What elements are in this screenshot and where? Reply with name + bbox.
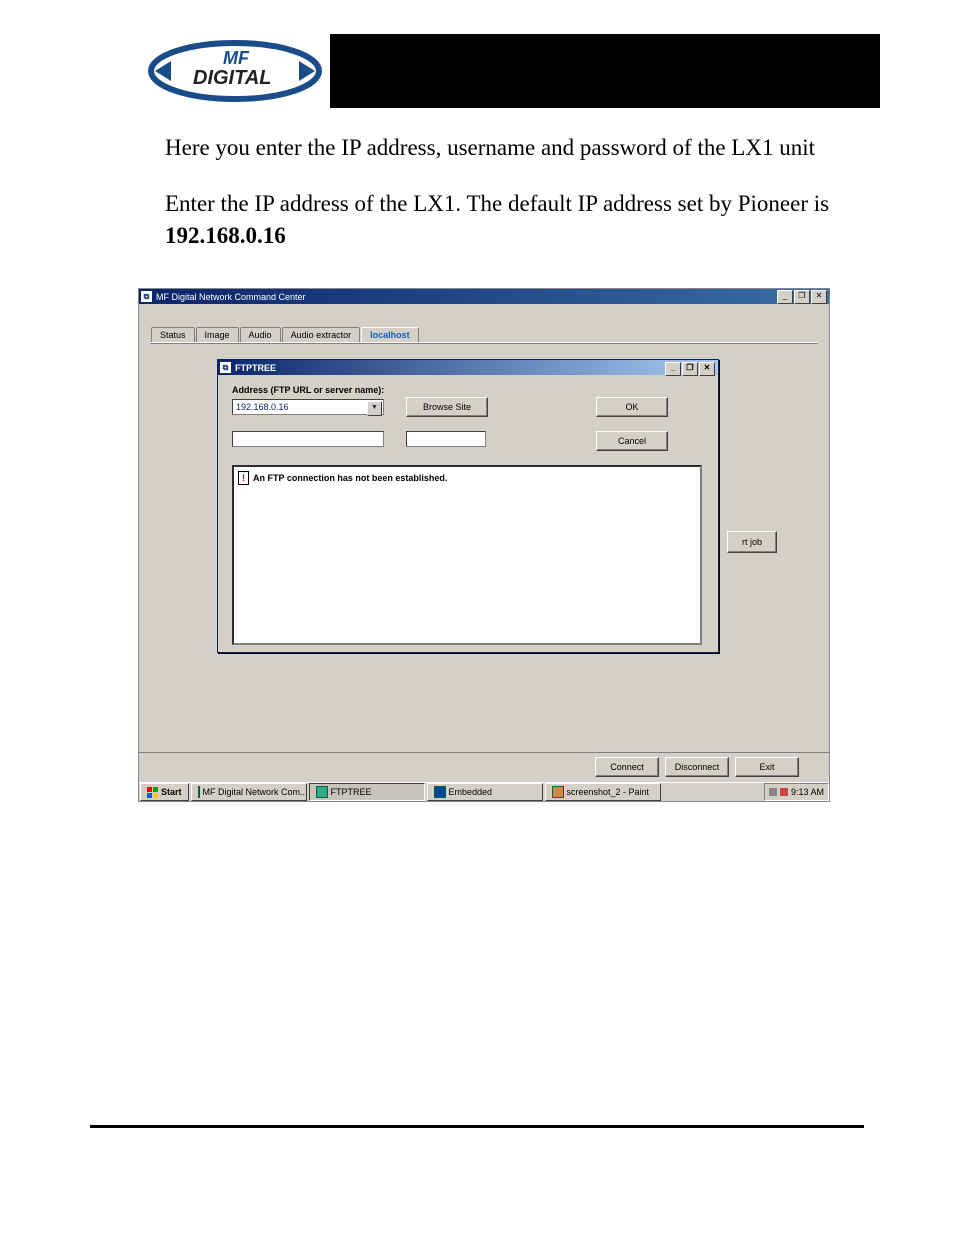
- dialog-icon: ⧉: [220, 362, 231, 373]
- task-icon: [434, 786, 446, 798]
- browse-site-button[interactable]: Browse Site: [406, 397, 488, 417]
- bottom-button-bar: Connect Disconnect Exit: [139, 752, 829, 781]
- dialog-body: Address (FTP URL or server name): 192.16…: [218, 375, 718, 652]
- tree-status-item: ! An FTP connection has not been establi…: [238, 471, 696, 485]
- dialog-minimize-button[interactable]: _: [665, 362, 681, 376]
- start-button[interactable]: Start: [140, 783, 189, 801]
- username-input[interactable]: [232, 431, 384, 447]
- tab-strip: Status Image Audio Audio extractor local…: [151, 327, 420, 342]
- close-button[interactable]: ✕: [811, 290, 827, 304]
- dialog-maximize-button[interactable]: ❐: [682, 362, 698, 376]
- ftp-tree[interactable]: ! An FTP connection has not been establi…: [232, 465, 702, 645]
- dialog-titlebar[interactable]: ⧉ FTPTREE _ ❐ ✕: [218, 360, 718, 375]
- minimize-button[interactable]: _: [777, 290, 793, 304]
- warning-icon: !: [238, 471, 249, 485]
- footer-separator: [90, 1125, 864, 1128]
- app-titlebar[interactable]: ⧉ MF Digital Network Command Center _ ❐ …: [139, 289, 829, 304]
- password-input[interactable]: [406, 431, 486, 447]
- exit-button[interactable]: Exit: [735, 757, 799, 777]
- logo-text-top: MF: [223, 48, 250, 68]
- taskbar-item-embedded[interactable]: Embedded: [427, 783, 543, 801]
- dialog-title: FTPTREE: [235, 363, 276, 373]
- dialog-window-controls: _ ❐ ✕: [664, 362, 715, 376]
- address-label: Address (FTP URL or server name):: [232, 385, 384, 395]
- tab-audio-extractor[interactable]: Audio extractor: [282, 327, 361, 342]
- task-icon: [552, 786, 564, 798]
- logo: MF DIGITAL: [140, 30, 330, 112]
- app-window-controls: _ ❐ ✕: [776, 290, 827, 304]
- address-dropdown-icon[interactable]: ▼: [367, 401, 382, 416]
- ftptree-dialog: ⧉ FTPTREE _ ❐ ✕ Address (FTP URL or serv…: [217, 359, 719, 653]
- app-window: ⧉ MF Digital Network Command Center _ ❐ …: [138, 288, 830, 802]
- system-tray[interactable]: 9:13 AM: [764, 783, 829, 801]
- address-input[interactable]: 192.168.0.16 ▼: [232, 399, 384, 415]
- tray-icon: [769, 788, 777, 796]
- tab-localhost[interactable]: localhost: [361, 327, 419, 342]
- windows-flag-icon: [147, 787, 158, 798]
- task-icon: [198, 786, 200, 798]
- taskbar-item-ftptree[interactable]: FTPTREE: [309, 783, 425, 801]
- connect-button[interactable]: Connect: [595, 757, 659, 777]
- taskbar-item-mfdigital[interactable]: MF Digital Network Com...: [191, 783, 307, 801]
- restore-button[interactable]: ❐: [794, 290, 810, 304]
- cancel-button[interactable]: Cancel: [596, 431, 668, 451]
- start-label: Start: [161, 787, 182, 797]
- app-title: MF Digital Network Command Center: [156, 292, 306, 302]
- taskbar-item-paint[interactable]: screenshot_2 - Paint: [545, 783, 661, 801]
- paragraph-1: Here you enter the IP address, username …: [165, 132, 845, 164]
- ok-button[interactable]: OK: [596, 397, 668, 417]
- tab-audio[interactable]: Audio: [240, 327, 281, 342]
- logo-text-bottom: DIGITAL: [193, 67, 272, 89]
- task-icon: [316, 786, 328, 798]
- tray-icon: [780, 788, 788, 796]
- paragraph-2-pre: Enter the IP address of the LX1. The def…: [165, 191, 829, 216]
- dialog-close-button[interactable]: ✕: [699, 362, 715, 376]
- app-icon: ⧉: [141, 291, 152, 302]
- partial-job-button[interactable]: rt job: [727, 531, 777, 553]
- taskbar: Start MF Digital Network Com... FTPTREE …: [139, 782, 829, 801]
- clock: 9:13 AM: [791, 787, 824, 797]
- address-value: 192.168.0.16: [236, 402, 289, 412]
- tab-status[interactable]: Status: [151, 327, 195, 342]
- document-content: Here you enter the IP address, username …: [165, 132, 845, 276]
- paragraph-2: Enter the IP address of the LX1. The def…: [165, 188, 845, 252]
- default-ip: 192.168.0.16: [165, 223, 286, 248]
- tab-underline: [150, 342, 818, 344]
- tree-status-text: An FTP connection has not been establish…: [253, 473, 447, 483]
- disconnect-button[interactable]: Disconnect: [665, 757, 729, 777]
- tab-image[interactable]: Image: [196, 327, 239, 342]
